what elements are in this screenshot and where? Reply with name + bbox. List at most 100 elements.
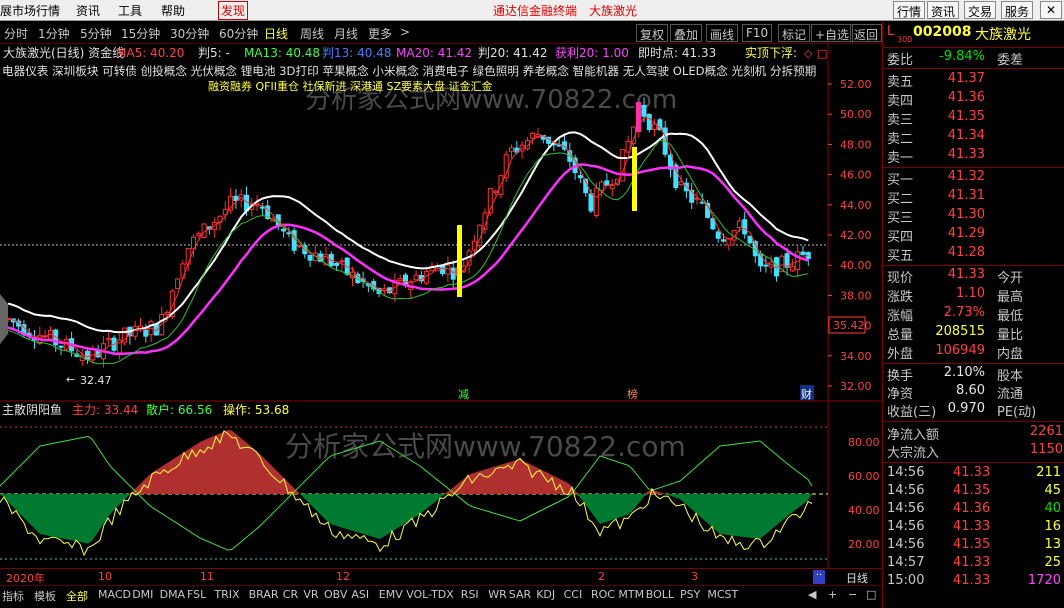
- stat-value: 1.10: [956, 286, 985, 301]
- indicator-tab[interactable]: ASI: [351, 588, 369, 601]
- ma5-label: MA5: 40.20: [116, 46, 184, 60]
- menu-icon[interactable]: ··: [813, 570, 825, 584]
- sanhu-label: 散户: 66.56: [146, 402, 212, 417]
- stat-row: 换手 2.10% 股本: [883, 365, 1064, 384]
- stat-row: 收益(三) 0.970 PE(动): [883, 401, 1064, 420]
- adjust-button[interactable]: 复权: [636, 24, 669, 42]
- stat-value: 2.73%: [943, 305, 985, 320]
- period-tab-monthly[interactable]: 月线: [334, 25, 358, 42]
- event-mark-finance[interactable]: 财: [801, 387, 812, 401]
- price-tick-label: 34.00: [840, 350, 872, 363]
- indicator-tabs: 指标 模板 全部 MACD DMI DMA FSL TRIX BRAR CR VR OBV ASI EMV…: [0, 585, 882, 608]
- indicator-tab[interactable]: WR: [488, 588, 507, 601]
- indicator-tab[interactable]: MACD: [98, 588, 131, 601]
- bid-label: 买二: [887, 192, 914, 207]
- indicator-tab[interactable]: 全部: [66, 588, 88, 604]
- indicator-tab[interactable]: ROC: [591, 588, 615, 601]
- service-button[interactable]: 服务: [1001, 1, 1034, 19]
- indicator-tab[interactable]: TRIX: [214, 588, 239, 601]
- mark-button[interactable]: 标记: [778, 24, 811, 42]
- trade-button[interactable]: 交易: [964, 1, 997, 19]
- indicator-tab[interactable]: KDJ: [536, 588, 555, 601]
- window-stock-title: 大族激光: [589, 4, 638, 18]
- indicator-tab[interactable]: 模板: [34, 588, 56, 604]
- period-tab-more[interactable]: 更多: [368, 25, 392, 42]
- indicator-tab[interactable]: BOLL: [646, 588, 674, 601]
- tick-price: 41.35: [953, 537, 991, 552]
- kline-chart[interactable]: 分析家公式网www.70822.com 分析家公式网www.70822.com …: [0, 44, 882, 568]
- period-tab-1min[interactable]: 1分钟: [38, 25, 70, 42]
- indicator-tab[interactable]: BRAR: [249, 588, 279, 601]
- indicator-tab[interactable]: 指标: [2, 588, 24, 604]
- menu-item-market[interactable]: 展市场行情: [0, 2, 60, 19]
- period-tab-60min[interactable]: 60分钟: [219, 25, 258, 42]
- bid-price: 41.28: [947, 245, 985, 260]
- period-tab-daily[interactable]: 日线: [264, 25, 288, 42]
- candle-body: [493, 190, 499, 193]
- overlay-button[interactable]: 叠加: [670, 24, 703, 42]
- indicator-tab[interactable]: MCST: [707, 588, 738, 601]
- menu-item-discover[interactable]: 发现: [218, 1, 249, 20]
- indicator-tab[interactable]: VOL-TDX: [406, 588, 454, 601]
- bid-label: 买三: [887, 211, 914, 226]
- weibi-label: 委比: [887, 53, 914, 68]
- period-tab-15min[interactable]: 15分钟: [121, 25, 160, 42]
- indicator-tab[interactable]: VR: [303, 588, 318, 601]
- bid-row: 买四 41.29: [883, 226, 1064, 245]
- l-mark-sub: 300: [897, 35, 913, 44]
- event-mark-board[interactable]: 榜: [627, 387, 638, 401]
- indicator-name[interactable]: 主散阴阳鱼: [2, 402, 62, 417]
- close-icon[interactable]: ✕: [1040, 1, 1062, 19]
- app-banner: 通达信金融终端: [493, 4, 578, 18]
- period-tab-5min[interactable]: 5分钟: [80, 25, 112, 42]
- indicator-tab[interactable]: RSI: [461, 588, 479, 601]
- indicator-tab[interactable]: SAR: [509, 588, 531, 601]
- zoom-out-icon[interactable]: −: [848, 588, 857, 601]
- menu-item-help[interactable]: 帮助: [161, 2, 185, 19]
- period-tab-30min[interactable]: 30分钟: [170, 25, 209, 42]
- period-tab-weekly[interactable]: 周线: [300, 25, 324, 42]
- pan13-label: 判13: 40.48: [322, 46, 391, 60]
- tick-volume: 25: [1044, 555, 1061, 570]
- tick-row: 14:57 41.33 25: [883, 555, 1064, 574]
- window-icon[interactable]: □: [866, 588, 876, 601]
- indicator-tab[interactable]: CCI: [564, 588, 583, 601]
- scroll-left-icon[interactable]: [0, 294, 8, 344]
- ask-label: 卖五: [887, 75, 914, 90]
- menu-item-news[interactable]: 资讯: [76, 2, 100, 19]
- indicator-tab[interactable]: CR: [283, 588, 298, 601]
- tick-time: 14:56: [887, 519, 925, 534]
- indicator-tab[interactable]: EMV: [379, 588, 403, 601]
- indicator-tab[interactable]: MTM: [618, 588, 644, 601]
- draw-line-button[interactable]: 画线: [706, 24, 739, 42]
- indicator-tab[interactable]: FSL: [187, 588, 206, 601]
- stat-row: 净资 8.60 流通: [883, 383, 1064, 402]
- indicator-tab[interactable]: DMA: [160, 588, 186, 601]
- zhuli-label: 主力: 33.44: [72, 403, 138, 417]
- back-button[interactable]: 返回: [850, 24, 883, 42]
- period-tab-intraday[interactable]: 分时: [4, 25, 28, 42]
- stock-header: L 300 002008 大族激光: [883, 24, 1064, 46]
- candle-body: [577, 175, 583, 179]
- low-price-mark: 32.47: [80, 374, 112, 387]
- tick-volume: 211: [1036, 465, 1061, 480]
- indicator-tab[interactable]: DMI: [132, 588, 153, 601]
- f10-button[interactable]: F10: [742, 24, 773, 42]
- stat-label: 总量: [887, 328, 914, 343]
- scroll-left-icon[interactable]: ◀: [808, 588, 816, 601]
- info-button[interactable]: 资讯: [927, 1, 960, 19]
- stat-label: 收益(三): [887, 405, 937, 420]
- chevron-right-icon[interactable]: >: [400, 25, 410, 39]
- event-mark-reduce[interactable]: 减: [458, 388, 469, 401]
- indicator-tab[interactable]: OBV: [324, 588, 347, 601]
- candle-body: [800, 251, 806, 256]
- tick-row: 15:00 41.33 1720: [883, 573, 1064, 592]
- stat-label: 涨跌: [887, 290, 914, 305]
- menu-item-tools[interactable]: 工具: [118, 2, 142, 19]
- indicator-tab[interactable]: PSY: [680, 588, 700, 601]
- period-toolbar: 分时 1分钟 5分钟 15分钟 30分钟 60分钟 日线 周线 月线 更多 > …: [0, 22, 883, 44]
- zoom-in-icon[interactable]: +: [828, 588, 837, 601]
- flow-label: 大宗流入: [887, 446, 940, 461]
- quote-button[interactable]: 行情: [893, 1, 926, 19]
- add-watchlist-button[interactable]: +自选: [811, 24, 854, 42]
